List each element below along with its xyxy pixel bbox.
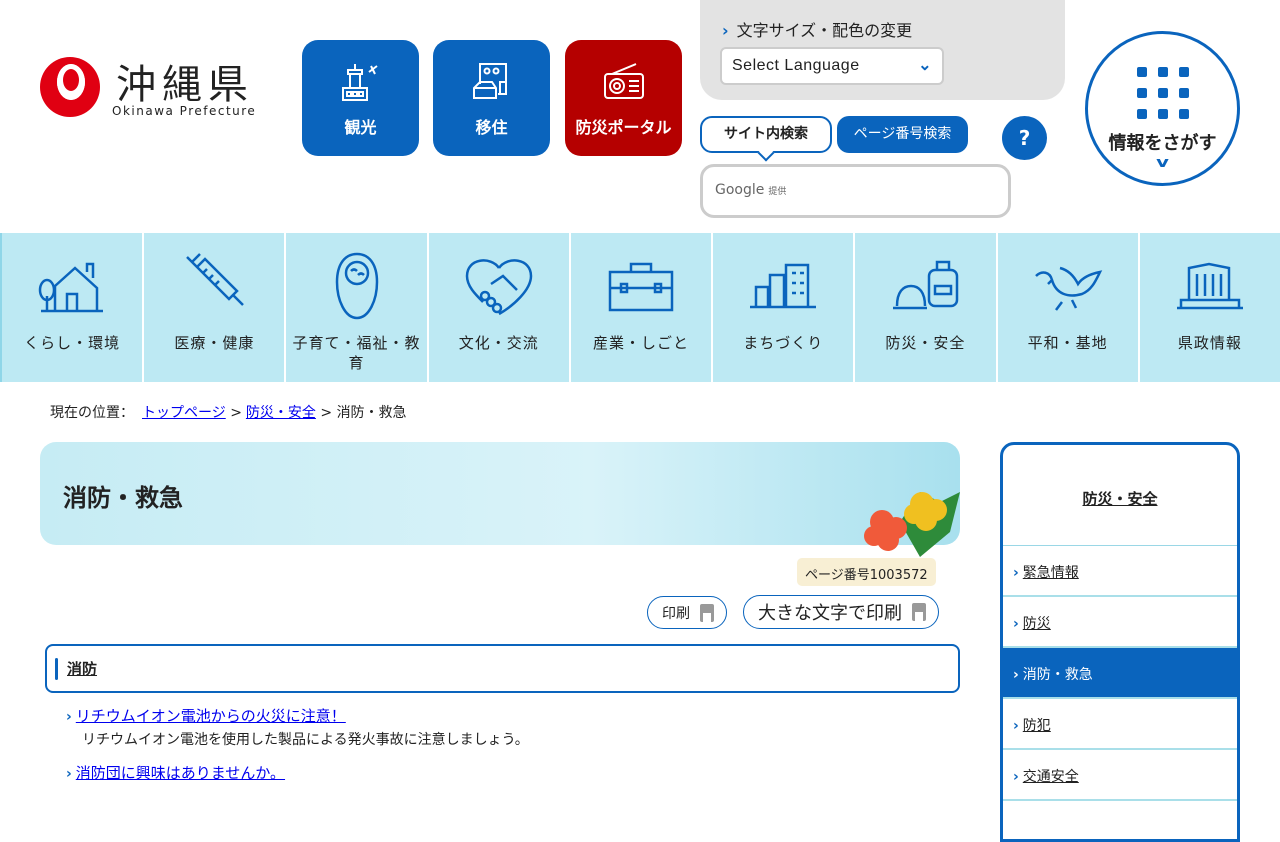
sidebar-item-label: 緊急情報	[1022, 565, 1079, 581]
quick-link-label: 観光	[344, 118, 377, 137]
chevron-right-icon: ›	[66, 709, 72, 725]
nav-item-living[interactable]: くらし・環境	[0, 233, 142, 382]
sidebar-item-label: 交通安全	[1022, 769, 1079, 785]
quick-link-label: 移住	[475, 118, 508, 137]
grid-icon	[1088, 67, 1237, 119]
find-info-button[interactable]: 情報をさがす v	[1085, 31, 1240, 186]
page-title: 消防・救急	[63, 484, 183, 512]
quick-link-label: 防災ポータル	[575, 118, 672, 137]
nav-label: 防災・安全	[885, 334, 966, 352]
government-building-icon	[1140, 251, 1280, 321]
print-button[interactable]: 印刷	[647, 596, 727, 629]
quick-link-relocation[interactable]: 移住	[433, 40, 550, 156]
tab-page-number-search[interactable]: ページ番号検索	[837, 116, 968, 153]
hibiscus-icon	[864, 492, 960, 557]
help-button[interactable]: ?	[1002, 116, 1047, 160]
nav-label: 産業・しごと	[592, 334, 689, 352]
logo-mark[interactable]	[40, 57, 100, 117]
list-item: › リチウムイオン電池からの火災に注意！	[66, 705, 346, 726]
sidebar-heading[interactable]: 防災・安全	[1003, 445, 1237, 546]
breadcrumb: 現在の位置： トップページ > 防災・安全 > 消防・救急	[50, 402, 407, 422]
dove-icon	[998, 251, 1138, 321]
buildings-icon	[713, 251, 853, 321]
chevron-right-icon: ›	[1013, 667, 1019, 683]
breadcrumb-separator: >	[320, 405, 333, 421]
page-title-banner: 消防・救急	[40, 442, 960, 557]
nav-label: まちづくり	[743, 334, 824, 352]
nav-item-medical[interactable]: 医療・健康	[142, 233, 284, 382]
section-heading-link[interactable]: 消防	[67, 660, 97, 678]
nav-item-safety[interactable]: 防災・安全	[853, 233, 995, 382]
sidebar-item-fire[interactable]: › 消防・救急	[1003, 648, 1237, 699]
chevron-right-icon: ›	[1013, 718, 1019, 734]
chevron-right-icon: ›	[1013, 616, 1019, 632]
house-building-icon	[433, 60, 550, 104]
radio-icon	[565, 60, 682, 104]
baby-icon	[286, 251, 426, 321]
nav-item-town[interactable]: まちづくり	[711, 233, 853, 382]
sidebar: 防災・安全 › 緊急情報 › 防災 › 消防・救急 › 防犯 › 交通安全	[1000, 442, 1240, 842]
list-item: › 消防団に興味はありませんか。	[66, 762, 285, 783]
search-input[interactable]: Google 提供	[700, 164, 1011, 218]
sidebar-item-label: 防犯	[1022, 718, 1051, 734]
quick-link-disaster-portal[interactable]: 防災ポータル	[565, 40, 682, 156]
breadcrumb-prefix: 現在の位置：	[50, 405, 134, 421]
breadcrumb-link-top[interactable]: トップページ	[142, 405, 226, 421]
tower-plane-icon	[302, 60, 419, 104]
breadcrumb-separator: >	[230, 405, 242, 421]
chevron-right-icon: ›	[722, 21, 729, 40]
google-brand: Google	[715, 182, 765, 198]
print-large-button[interactable]: 大きな文字で印刷	[743, 595, 939, 629]
breadcrumb-current: 消防・救急	[336, 405, 407, 421]
font-color-link[interactable]: › 文字サイズ・配色の変更	[722, 17, 912, 41]
chevron-right-icon: ›	[1013, 769, 1019, 785]
section-heading[interactable]: 消防	[45, 644, 960, 693]
nav-label: 県政情報	[1177, 334, 1242, 352]
nav-label: 平和・基地	[1027, 334, 1108, 352]
article-link[interactable]: リチウムイオン電池からの火災に注意！	[76, 707, 346, 725]
chevron-down-icon: ⌄	[918, 57, 932, 74]
breadcrumb-link-safety[interactable]: 防災・安全	[246, 405, 316, 421]
nav-label: 文化・交流	[458, 334, 539, 352]
nav-item-peace[interactable]: 平和・基地	[995, 233, 1138, 382]
logo-title[interactable]: 沖縄県	[116, 52, 254, 110]
quick-link-tourism[interactable]: 観光	[302, 40, 419, 156]
nav-item-government[interactable]: 県政情報	[1137, 233, 1280, 382]
nav-item-culture[interactable]: 文化・交流	[426, 233, 569, 382]
chevron-right-icon: ›	[1013, 565, 1019, 581]
house-tree-icon	[2, 251, 142, 321]
font-color-label: 文字サイズ・配色の変更	[736, 21, 913, 40]
print-large-label: 大きな文字で印刷	[758, 603, 902, 624]
sidebar-item-label: 消防・救急	[1022, 667, 1093, 683]
syringe-icon	[144, 251, 284, 321]
briefcase-icon	[571, 251, 711, 321]
nav-label: くらし・環境	[24, 334, 121, 352]
printer-icon	[700, 603, 714, 622]
global-nav: くらし・環境 医療・健康 子育て・福祉・教育 文化・交流 産業・しごと まちづく…	[0, 233, 1280, 382]
nav-label: 子育て・福祉・教育	[292, 334, 421, 372]
helmet-bag-icon	[855, 251, 995, 321]
logo-subtitle: Okinawa Prefecture	[112, 104, 257, 118]
heart-handshake-icon	[429, 251, 569, 321]
chevron-right-icon: ›	[66, 766, 72, 782]
nav-item-childcare[interactable]: 子育て・福祉・教育	[284, 233, 426, 382]
sidebar-item-label: 防災	[1022, 616, 1051, 632]
sidebar-item-emergency[interactable]: › 緊急情報	[1003, 546, 1237, 597]
language-select[interactable]: Select Language ⌄	[720, 47, 944, 85]
language-select-value: Select Language	[732, 57, 860, 74]
nav-item-industry[interactable]: 産業・しごと	[568, 233, 711, 382]
sidebar-item-crime[interactable]: › 防犯	[1003, 699, 1237, 750]
page-number: ページ番号1003572	[797, 558, 936, 586]
google-brand-suffix: 提供	[768, 187, 787, 197]
sidebar-item-disaster[interactable]: › 防災	[1003, 597, 1237, 648]
nav-label: 医療・健康	[174, 334, 255, 352]
printer-icon	[912, 603, 926, 621]
print-label: 印刷	[662, 605, 690, 622]
article-link[interactable]: 消防団に興味はありませんか。	[76, 764, 285, 782]
sidebar-item-traffic[interactable]: › 交通安全	[1003, 750, 1237, 801]
tab-site-search[interactable]: サイト内検索	[700, 116, 832, 153]
article-description: リチウムイオン電池を使用した製品による発火事故に注意しましょう。	[82, 732, 529, 748]
find-info-label: 情報をさがす	[1108, 133, 1217, 154]
chevron-down-icon: v	[1156, 155, 1169, 171]
